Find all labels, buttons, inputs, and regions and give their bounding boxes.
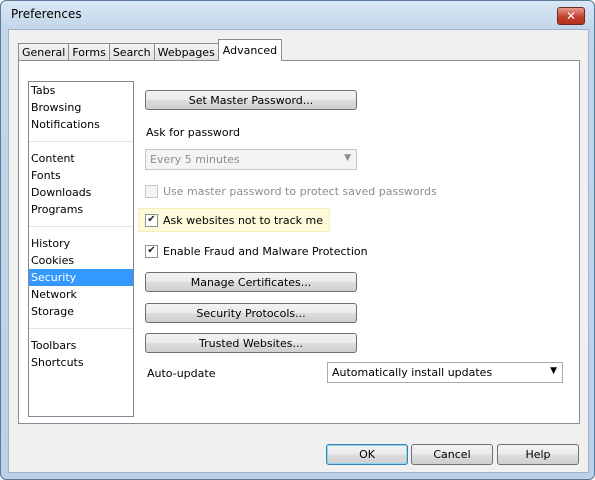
tab-webpages[interactable]: Webpages — [153, 43, 219, 61]
dropdown-arrow-icon: ▼ — [550, 366, 557, 376]
sidebar-separator — [29, 141, 133, 142]
ask-for-password-select: Every 5 minutes ▼ — [145, 149, 357, 170]
sidebar-item-history[interactable]: History — [29, 235, 133, 252]
sidebar-item-shortcuts[interactable]: Shortcuts — [29, 354, 133, 371]
tab-strip: General Forms Search Webpages Advanced — [18, 39, 283, 61]
sidebar-item-network[interactable]: Network — [29, 286, 133, 303]
dropdown-arrow-icon: ▼ — [344, 153, 351, 163]
help-button[interactable]: Help — [497, 444, 579, 465]
do-not-track-checkbox[interactable]: ✔ — [145, 213, 158, 227]
tab-forms[interactable]: Forms — [68, 43, 110, 61]
sidebar-item-browsing[interactable]: Browsing — [29, 99, 133, 116]
category-list[interactable]: Tabs Browsing Notifications Content Font… — [28, 81, 134, 417]
tab-search[interactable]: Search — [108, 43, 155, 61]
set-master-password-button[interactable]: Set Master Password... — [145, 90, 357, 110]
tab-general[interactable]: General — [18, 43, 70, 61]
do-not-track-label[interactable]: Ask websites not to track me — [163, 214, 323, 227]
window-title: Preferences — [11, 7, 82, 21]
use-master-password-label: Use master password to protect saved pas… — [163, 184, 437, 198]
cancel-button[interactable]: Cancel — [411, 444, 493, 465]
fraud-protection-label[interactable]: Enable Fraud and Malware Protection — [163, 245, 368, 258]
preferences-window: Preferences ✕ General Forms Search Webpa… — [0, 0, 595, 480]
sidebar-separator — [29, 328, 133, 329]
sidebar-item-toolbars[interactable]: Toolbars — [29, 337, 133, 354]
sidebar-item-downloads[interactable]: Downloads — [29, 184, 133, 201]
auto-update-value: Automatically install updates — [332, 366, 493, 379]
trusted-websites-button[interactable]: Trusted Websites... — [145, 333, 357, 353]
ask-for-password-label: Ask for password — [146, 126, 240, 139]
sidebar-item-tabs[interactable]: Tabs — [29, 82, 133, 99]
ok-button[interactable]: OK — [326, 444, 408, 465]
dialog-client-area: General Forms Search Webpages Advanced T… — [8, 29, 589, 473]
sidebar-item-notifications[interactable]: Notifications — [29, 116, 133, 133]
sidebar-item-programs[interactable]: Programs — [29, 201, 133, 218]
sidebar-item-storage[interactable]: Storage — [29, 303, 133, 320]
use-master-password-row: Use master password to protect saved pas… — [145, 182, 437, 200]
do-not-track-row: ✔ Ask websites not to track me — [138, 208, 330, 232]
sidebar-item-security[interactable]: Security — [29, 269, 133, 286]
sidebar-item-fonts[interactable]: Fonts — [29, 167, 133, 184]
sidebar-item-cookies[interactable]: Cookies — [29, 252, 133, 269]
use-master-password-checkbox — [145, 184, 158, 198]
fraud-protection-checkbox[interactable]: ✔ — [145, 244, 158, 258]
close-icon: ✕ — [565, 9, 577, 23]
ask-for-password-value: Every 5 minutes — [150, 153, 240, 166]
manage-certificates-button[interactable]: Manage Certificates... — [145, 272, 357, 292]
fraud-protection-row: ✔ Enable Fraud and Malware Protection — [145, 242, 368, 260]
tab-advanced[interactable]: Advanced — [217, 39, 283, 61]
sidebar-item-content[interactable]: Content — [29, 150, 133, 167]
advanced-panel: Tabs Browsing Notifications Content Font… — [18, 60, 580, 424]
close-button[interactable]: ✕ — [557, 7, 585, 25]
auto-update-label: Auto-update — [147, 367, 216, 380]
security-protocols-button[interactable]: Security Protocols... — [145, 303, 357, 323]
auto-update-select[interactable]: Automatically install updates ▼ — [327, 362, 563, 383]
sidebar-separator — [29, 226, 133, 227]
